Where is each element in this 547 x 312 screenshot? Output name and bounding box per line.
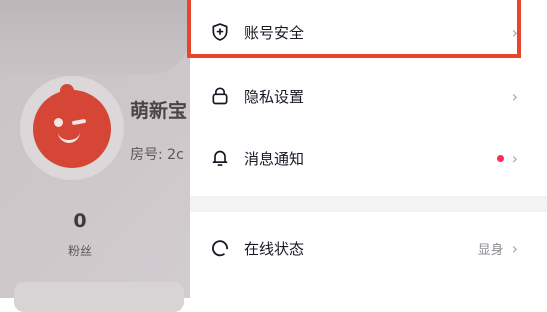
bell-icon xyxy=(208,146,232,170)
shield-plus-icon xyxy=(208,20,232,44)
menu-item-privacy-settings[interactable]: 隐私设置 › xyxy=(190,68,526,124)
menu-item-account-security[interactable]: 账号安全 › xyxy=(190,4,526,60)
avatar-hair-tuft xyxy=(60,84,74,98)
profile-header-background xyxy=(0,0,190,75)
chevron-right-icon: › xyxy=(511,238,518,258)
avatar-left-eye xyxy=(54,118,63,127)
menu-item-label: 账号安全 xyxy=(244,23,305,42)
menu-item-online-status[interactable]: 在线状态 显身 › xyxy=(190,220,526,276)
lock-icon xyxy=(208,84,232,108)
notification-dot xyxy=(496,154,504,162)
chevron-right-icon: › xyxy=(511,86,518,106)
online-status-value: 显身 xyxy=(477,242,504,258)
profile-room-number: 房号: 2c xyxy=(130,147,184,163)
chevron-right-icon: › xyxy=(511,22,518,42)
chevron-right-icon: › xyxy=(511,148,518,168)
menu-item-message-notifications[interactable]: 消息通知 › xyxy=(190,130,526,186)
menu-item-label: 消息通知 xyxy=(244,149,305,168)
followers-label[interactable]: 粉丝 xyxy=(60,242,100,259)
menu-item-label: 在线状态 xyxy=(244,239,305,258)
settings-drawer: 账号安全 › 隐私设置 › 消息通知 › 在线状态 显身 › xyxy=(190,0,547,298)
followers-count[interactable]: 0 xyxy=(60,210,100,232)
menu-item-label: 隐私设置 xyxy=(244,87,305,106)
section-divider xyxy=(190,196,547,212)
profile-name: 萌新宝 xyxy=(130,100,188,122)
online-status-icon xyxy=(208,236,232,260)
profile-bottom-card xyxy=(14,282,184,312)
